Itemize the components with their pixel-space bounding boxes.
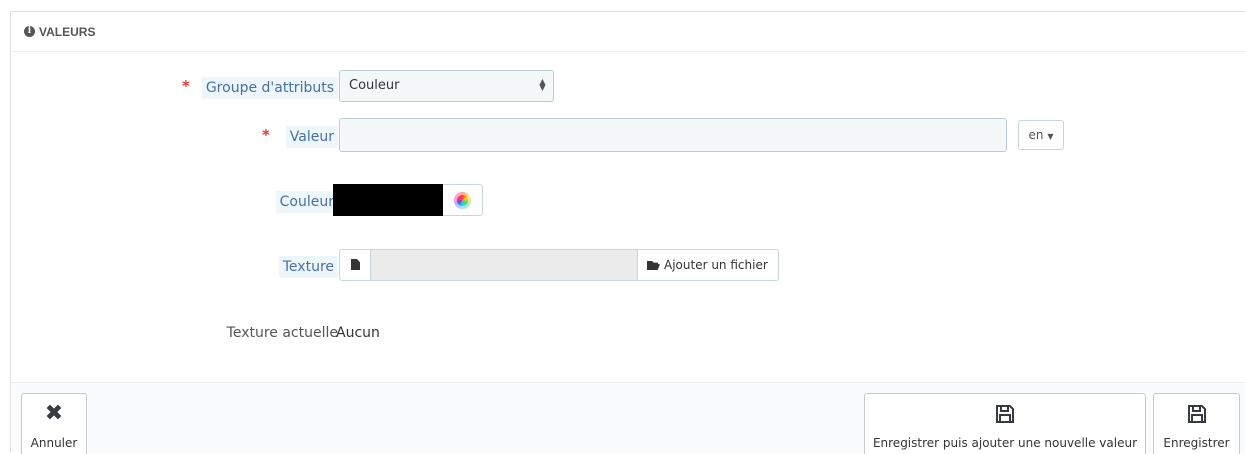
save-button[interactable]: Enregistrer — [1153, 393, 1240, 454]
file-icon — [351, 259, 360, 270]
save-button-label: Enregistrer — [1163, 436, 1230, 450]
save-and-add-new-button[interactable]: Enregistrer puis ajouter une nouvelle va… — [864, 393, 1146, 454]
save-icon — [1187, 405, 1206, 423]
save-icon — [996, 405, 1014, 423]
color-picker-button[interactable] — [443, 184, 483, 216]
page-top-strip — [0, 0, 1245, 10]
color-wheel-icon — [454, 192, 471, 209]
required-star: * — [262, 126, 270, 144]
values-panel: i VALEURS * Groupe d'attributs Couleur ▲… — [10, 11, 1245, 454]
close-icon: ✖ — [44, 401, 64, 426]
texture-file-field[interactable] — [371, 249, 637, 281]
attribute-group-selected-value: Couleur — [349, 78, 400, 93]
caret-down-icon: ▼ — [1047, 132, 1054, 141]
attribute-group-label: Groupe d'attributs — [201, 77, 338, 99]
panel-heading: i VALEURS — [11, 12, 1245, 52]
current-texture-label: Texture actuelle — [226, 325, 338, 341]
folder-open-icon — [647, 261, 660, 270]
add-file-button-label: Ajouter un fichier — [664, 258, 768, 272]
file-icon-box — [339, 249, 371, 281]
save-and-add-new-button-label: Enregistrer puis ajouter une nouvelle va… — [872, 436, 1138, 450]
current-texture-value: Aucun — [336, 325, 380, 341]
add-file-button[interactable]: Ajouter un fichier — [637, 249, 779, 281]
attribute-group-select[interactable]: Couleur ▲ ▼ — [339, 70, 554, 102]
language-code: en — [1028, 128, 1044, 142]
panel-title: VALEURS — [39, 24, 96, 39]
texture-label: Texture — [278, 256, 338, 278]
value-input[interactable] — [339, 118, 1007, 152]
select-arrows-icon: ▲ ▼ — [539, 77, 546, 92]
cancel-button-label: Annuler — [30, 436, 78, 450]
required-star: * — [182, 77, 190, 95]
value-label: Valeur — [285, 126, 338, 148]
language-dropdown-button[interactable]: en ▼ — [1018, 120, 1064, 150]
info-circle-icon: i — [24, 26, 35, 37]
panel-footer: ✖ Annuler Enregistrer puis ajouter une n… — [11, 382, 1245, 454]
color-swatch[interactable] — [333, 184, 443, 216]
color-label: Couleur — [275, 191, 338, 213]
cancel-button[interactable]: ✖ Annuler — [21, 393, 87, 454]
